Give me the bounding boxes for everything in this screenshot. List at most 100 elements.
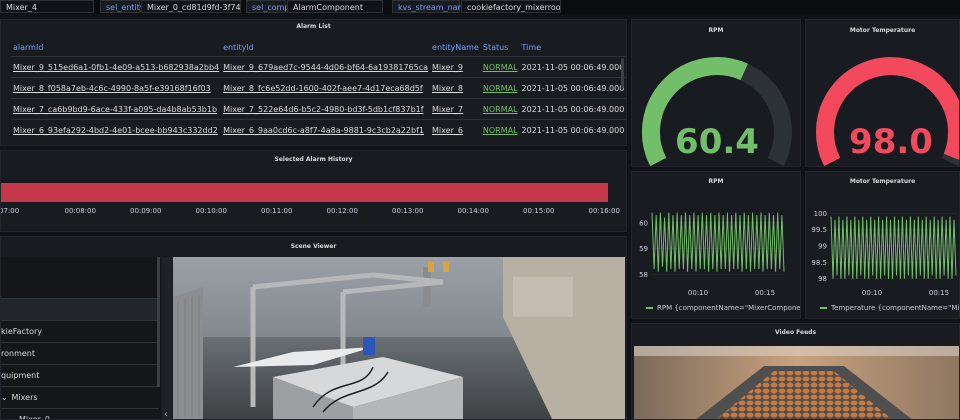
series-line — [651, 212, 785, 272]
rpm-gauge: 60.4 — [642, 57, 792, 166]
rpm-timeseries-chart[interactable]: 60 59 58 00:10 00:15 — [632, 172, 801, 319]
entity-name-cell[interactable]: Mixer_9 — [430, 56, 481, 78]
time-tick-label: 00:08:00 — [64, 207, 96, 215]
alarm-state-bar[interactable] — [1, 183, 608, 202]
column-header-entityname[interactable]: entityName — [430, 38, 481, 57]
video-feed-player[interactable] — [634, 346, 960, 420]
entity-name-cell[interactable]: Mixer_8 — [430, 77, 481, 99]
tree-item-environment[interactable]: ronment — [1, 343, 159, 365]
x-tick-label: 00:10 — [862, 289, 882, 297]
y-tick-label: 98.5 — [811, 259, 827, 267]
alarm-id-cell[interactable]: Mixer_9_515ed6a1-0fb1-4e09-a513-b682938a… — [11, 56, 222, 78]
time-tick-label: 00:12:00 — [326, 207, 358, 215]
y-tick-label: 99 — [818, 243, 827, 251]
rpm-timeseries-panel: RPM 60 59 58 00:10 00:15 RPM {componentName=… — [631, 171, 801, 319]
time-tick-label: 00:09:00 — [130, 207, 162, 215]
sel-comp-value[interactable]: AlarmComponent — [287, 0, 383, 13]
column-header-entityid[interactable]: entityId — [221, 38, 430, 57]
rpm-gauge-panel: RPM 60.4 — [631, 19, 801, 167]
alarm-history-panel: Selected Alarm History 07:00 00:08:00 00:0… — [0, 150, 627, 232]
entity-id-cell[interactable]: Mixer_6_9aa0cd6c-a8f7-4a8a-9881-9c3cb2a2… — [221, 119, 431, 140]
tree-scrollbar[interactable] — [157, 257, 160, 387]
y-tick-label: 98 — [818, 275, 827, 283]
time-tick-label: 00:14:00 — [457, 207, 489, 215]
alarm-table: alarmId entityId entityName Status Time … — [11, 38, 626, 140]
kvs-stream-name-value[interactable]: cookiefactory_mixerroo — [461, 0, 561, 13]
status-cell[interactable]: NORMAL — [480, 119, 520, 140]
tree-item-factory[interactable]: kieFactory — [1, 321, 159, 343]
time-tick-label: 00:13:00 — [392, 207, 424, 215]
alarm-list-panel: Alarm List alarmId entityId entityName S… — [0, 19, 627, 146]
series-line — [830, 216, 957, 279]
alarm-id-cell[interactable]: Mixer_8_f058a7eb-4c6c-4990-8a5f-e39168f1… — [11, 77, 222, 99]
tree-item-equipment[interactable]: quipment — [1, 365, 159, 387]
table-row[interactable]: Mixer_9_515ed6a1-0fb1-4e09-a513-b682938a… — [11, 56, 626, 78]
rpm-gauge-value: 60.4 — [675, 122, 759, 162]
video-feeds-title: Video Feeds — [774, 329, 817, 336]
temperature-legend[interactable]: Temperature {componentName="MixerCom — [820, 304, 960, 312]
table-row[interactable]: Mixer_7_ca6b9bd9-6ace-433f-a095-da4b8ab5… — [11, 98, 626, 120]
viewer-divider[interactable] — [162, 257, 172, 419]
x-tick-label: 00:10 — [688, 289, 708, 297]
entity-id-cell[interactable]: Mixer_9_679aed7c-9544-4d06-bf64-6a193817… — [221, 56, 431, 78]
kvs-stream-name-label: kvs_stream_name — [392, 0, 470, 13]
tree-item-mixer-0[interactable]: Mixer_0 — [1, 409, 159, 419]
collapse-panel-icon[interactable]: ‹ — [164, 409, 168, 419]
time-tick-label: 00:11:00 — [261, 207, 293, 215]
3d-scene-viewport[interactable] — [173, 257, 625, 420]
temperature-timeseries-panel: Motor Temperature 100 99.5 99 98.5 98 00:10 00… — [805, 171, 960, 319]
time-tick-label: 00:15:00 — [523, 207, 555, 215]
temperature-legend-label: Temperature {componentName="MixerCom — [831, 304, 960, 312]
temperature-timeseries-chart[interactable]: 100 99.5 99 98.5 98 00:10 00:15 — [806, 172, 960, 319]
tree-root-row[interactable] — [1, 257, 159, 299]
video-feeds-panel: Video Feeds — [631, 323, 960, 420]
y-tick-label: 58 — [639, 271, 648, 279]
sel-entity-label: sel_entity — [100, 0, 145, 13]
chevron-down-icon[interactable]: ⌄ — [1, 387, 9, 409]
entity-id-cell[interactable]: Mixer_8_fc6e52dd-1600-402f-aee7-4d17eca6… — [221, 77, 431, 99]
status-cell[interactable]: NORMAL — [480, 98, 520, 120]
time-cell: 2021-11-05 00:06:49.000 — [519, 77, 626, 99]
sel-entity-value[interactable]: Mixer_0_cd81d9fd-3f74 — [141, 0, 241, 13]
motor-temperature-gauge-panel: Motor Temperature 98.0 — [805, 19, 960, 167]
scene-viewer-title: Scene Viewer — [290, 243, 337, 250]
alarm-history-title: Selected Alarm History — [274, 156, 353, 163]
time-cell: 2021-11-05 00:06:49.000 — [519, 56, 626, 78]
table-row[interactable]: Mixer_8_f058a7eb-4c6c-4990-8a5f-e39168f1… — [11, 77, 626, 99]
entity-name-cell[interactable]: Mixer_7 — [430, 98, 481, 120]
column-header-time[interactable]: Time — [520, 38, 626, 57]
motor-temperature-gauge: 98.0 — [816, 57, 959, 166]
rpm-legend-label: RPM {componentName="MixerComponent", — [657, 304, 801, 312]
entity-id-cell[interactable]: Mixer_7_522e64d6-b5c2-4980-bd3f-5db1cf83… — [221, 98, 431, 120]
time-cell: 2021-11-05 00:06:49.000 — [519, 119, 626, 140]
alarm-id-cell[interactable]: Mixer_6_93efa292-4bd2-4e01-bcee-bb943c33… — [11, 119, 222, 140]
time-cell: 2021-11-05 00:06:49.000 — [519, 98, 626, 120]
legend-swatch — [820, 307, 827, 309]
scene-hierarchy-tree: kieFactory ronment quipment ⌄ Mixers Mix… — [1, 257, 161, 419]
entity-variable-value[interactable]: Mixer_4 — [0, 0, 94, 13]
alarm-list-title: Alarm List — [296, 23, 331, 30]
table-scrollbar[interactable] — [621, 58, 624, 88]
time-tick-label: 07:00 — [0, 207, 20, 215]
variables-bar: Mixer_4 sel_entity Mixer_0_cd81d9fd-3f74… — [0, 0, 960, 14]
column-header-alarmid[interactable]: alarmId — [11, 38, 221, 57]
y-tick-label: 59 — [639, 245, 648, 253]
y-tick-label: 60 — [639, 219, 648, 227]
column-header-status[interactable]: Status — [481, 38, 520, 57]
tree-item-mixers-label: Mixers — [11, 393, 38, 402]
time-tick-label: 00:10:00 — [195, 207, 227, 215]
table-row[interactable]: Mixer_6_93efa292-4bd2-4e01-bcee-bb943c33… — [11, 119, 626, 140]
alarm-id-cell[interactable]: Mixer_7_ca6b9bd9-6ace-433f-a095-da4b8ab5… — [11, 98, 222, 120]
x-tick-label: 00:15 — [755, 289, 775, 297]
status-cell[interactable]: NORMAL — [480, 77, 520, 99]
legend-swatch — [646, 307, 653, 309]
x-tick-label: 00:15 — [929, 289, 949, 297]
rpm-legend[interactable]: RPM {componentName="MixerComponent", — [646, 304, 801, 312]
sel-comp-label: sel_comp — [246, 0, 289, 13]
alarm-table-header: alarmId entityId entityName Status Time — [11, 38, 626, 57]
status-cell[interactable]: NORMAL — [480, 56, 520, 78]
tree-item-mixers[interactable]: ⌄ Mixers — [1, 387, 159, 409]
scene-viewer-panel: Scene Viewer kieFactory ronment quipment… — [0, 236, 627, 420]
tree-selected-row[interactable] — [1, 299, 159, 321]
entity-name-cell[interactable]: Mixer_6 — [430, 119, 481, 140]
